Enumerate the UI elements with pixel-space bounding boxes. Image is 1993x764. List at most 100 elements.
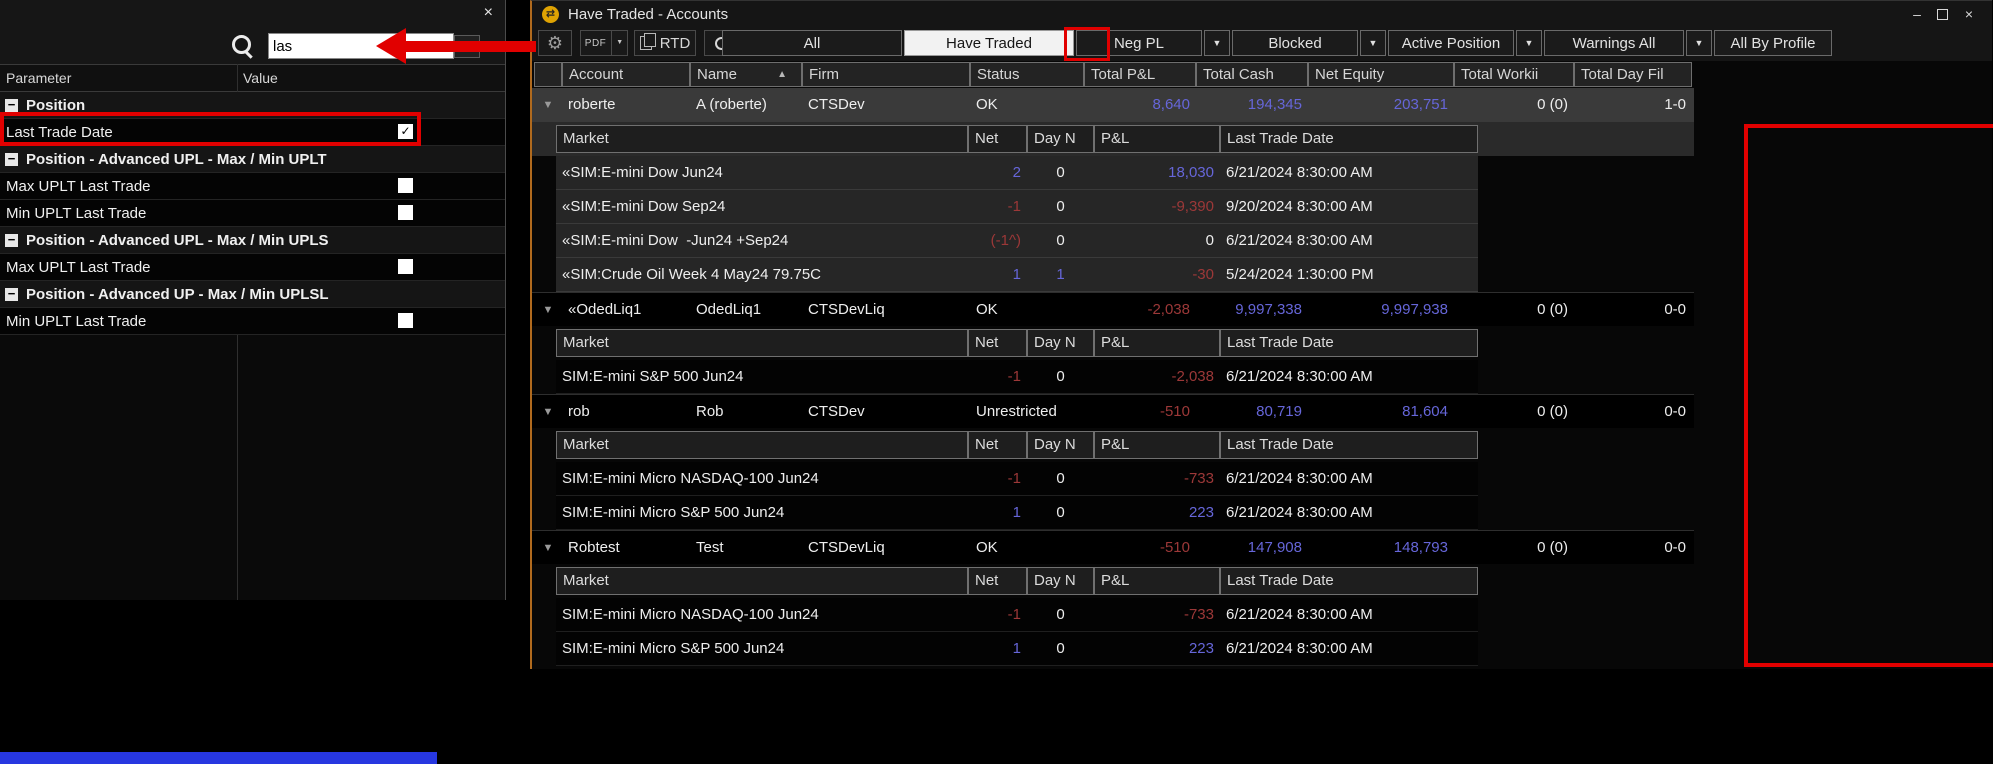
market-row[interactable]: SIM:E-mini Micro S&P 500 Jun24102236/21/… — [532, 632, 1694, 666]
subcolumn-header-p-l[interactable]: P&L — [1094, 567, 1220, 595]
filter-button-warnings-all[interactable]: Warnings All — [1544, 30, 1684, 56]
market-cell: SIM:E-mini Micro S&P 500 Jun24 — [562, 632, 968, 666]
parameter-row[interactable]: Max UPLT Last Trade — [0, 254, 505, 281]
close-icon[interactable]: × — [480, 3, 497, 23]
market-row[interactable]: «SIM:Crude Oil Week 4 May24 79.75C11-305… — [532, 258, 1694, 292]
settings-button[interactable]: ⚙ — [538, 30, 572, 56]
market-row[interactable]: «SIM:E-mini Dow Jun242018,0306/21/2024 8… — [532, 156, 1694, 190]
expander-icon[interactable]: ▼ — [534, 88, 562, 122]
column-header-net-equity[interactable]: Net Equity — [1308, 62, 1454, 87]
pl-cell: -30 — [1094, 258, 1220, 292]
column-header-total-p-l[interactable]: Total P&L — [1084, 62, 1196, 87]
column-header-value[interactable]: Value — [243, 70, 278, 86]
subcolumn-header-last-trade-date[interactable]: Last Trade Date — [1220, 125, 1478, 153]
expander-icon[interactable]: ▼ — [534, 531, 562, 565]
subcolumn-header-net[interactable]: Net — [968, 125, 1027, 153]
collapse-icon[interactable]: − — [5, 288, 18, 301]
subcolumn-header-day-n[interactable]: Day N — [1027, 567, 1094, 595]
subcolumn-header-p-l[interactable]: P&L — [1094, 329, 1220, 357]
market-row[interactable]: «SIM:E-mini Dow -Jun24 +Sep24(-1^)006/21… — [532, 224, 1694, 258]
last-trade-date-cell: 6/21/2024 8:30:00 AM — [1226, 360, 1478, 394]
parameter-group-row[interactable]: −Position - Advanced UPL - Max / Min UPL… — [0, 227, 505, 254]
account-row[interactable]: ▼«OdedLiq1OdedLiq1CTSDevLiqOK-2,0389,997… — [532, 292, 1694, 326]
collapse-icon[interactable]: − — [5, 99, 18, 112]
checkbox-unchecked[interactable] — [398, 259, 413, 274]
market-row[interactable]: «SIM:E-mini Dow Sep24-10-9,3909/20/2024 … — [532, 190, 1694, 224]
column-header-account[interactable]: Account — [562, 62, 690, 87]
checkbox-unchecked[interactable] — [398, 178, 413, 193]
total-pl-cell: 8,640 — [1084, 88, 1196, 122]
subcolumn-header-net[interactable]: Net — [968, 329, 1027, 357]
subcolumn-header-market[interactable]: Market — [556, 567, 968, 595]
filter-dropdown-arrow[interactable]: ▼ — [1360, 30, 1386, 56]
parameter-label: Position — [26, 97, 85, 114]
checkbox-unchecked[interactable] — [398, 313, 413, 328]
parameter-group-row[interactable]: −Position - Advanced UP - Max / Min UPLS… — [0, 281, 505, 308]
pl-cell: -733 — [1094, 598, 1220, 632]
maximize-icon[interactable] — [1937, 9, 1948, 20]
name-cell: Rob — [696, 395, 802, 429]
column-header-status[interactable]: Status — [970, 62, 1084, 87]
subcolumn-header-day-n[interactable]: Day N — [1027, 329, 1094, 357]
account-row[interactable]: ▼roberteA (roberte)CTSDevOK8,640194,3452… — [532, 88, 1694, 122]
account-row[interactable]: ▼RobtestTestCTSDevLiqOK-510147,908148,79… — [532, 530, 1694, 564]
annotation-arrow-line — [404, 41, 536, 52]
column-header-total-day-fil[interactable]: Total Day Fil — [1574, 62, 1692, 87]
filter-button-blocked[interactable]: Blocked — [1232, 30, 1358, 56]
filter-button-have-traded[interactable]: Have Traded — [904, 30, 1074, 56]
parameter-row[interactable]: Max UPLT Last Trade — [0, 173, 505, 200]
subcolumn-header-net[interactable]: Net — [968, 431, 1027, 459]
filter-dropdown-arrow[interactable]: ▼ — [1686, 30, 1712, 56]
expander-icon[interactable]: ▼ — [534, 293, 562, 327]
parameter-group-row[interactable]: −Position - Advanced UPL - Max / Min UPL… — [0, 146, 505, 173]
subcolumn-header-last-trade-date[interactable]: Last Trade Date — [1220, 431, 1478, 459]
market-row[interactable]: SIM:E-mini S&P 500 Jun24-10-2,0386/21/20… — [532, 360, 1694, 394]
filter-button-all-by-profile[interactable]: All By Profile — [1714, 30, 1832, 56]
name-cell: OdedLiq1 — [696, 293, 802, 327]
market-cell: SIM:E-mini Micro S&P 500 Jun24 — [562, 496, 968, 530]
close-icon[interactable]: × — [1960, 6, 1978, 22]
filter-dropdown-arrow[interactable]: ▼ — [1204, 30, 1230, 56]
column-header-total-cash[interactable]: Total Cash — [1196, 62, 1308, 87]
subcolumn-header-p-l[interactable]: P&L — [1094, 431, 1220, 459]
day-net-cell: 0 — [1027, 360, 1094, 394]
subcolumn-header-day-n[interactable]: Day N — [1027, 431, 1094, 459]
market-row[interactable]: SIM:E-mini Micro NASDAQ-100 Jun24-10-733… — [532, 598, 1694, 632]
parameter-label: Min UPLT Last Trade — [6, 205, 146, 222]
column-header-name[interactable]: Name▲ — [690, 62, 802, 87]
filter-dropdown-arrow[interactable]: ▼ — [1516, 30, 1542, 56]
subcolumn-header-day-n[interactable]: Day N — [1027, 125, 1094, 153]
export-pdf-button[interactable]: PDF ▼ — [580, 30, 628, 56]
subcolumn-header-p-l[interactable]: P&L — [1094, 125, 1220, 153]
chevron-down-icon[interactable]: ▼ — [611, 31, 623, 55]
subcolumn-header-last-trade-date[interactable]: Last Trade Date — [1220, 567, 1478, 595]
collapse-icon[interactable]: − — [5, 153, 18, 166]
window-titlebar[interactable]: ⇄ Have Traded - Accounts – × — [532, 1, 1992, 28]
expander-icon[interactable]: ▼ — [534, 395, 562, 429]
parameter-row[interactable]: Min UPLT Last Trade — [0, 200, 505, 227]
column-header-parameter[interactable]: Parameter — [6, 70, 71, 86]
day-net-cell: 0 — [1027, 632, 1094, 666]
parameter-row[interactable]: Min UPLT Last Trade — [0, 308, 505, 335]
subcolumn-header-market[interactable]: Market — [556, 431, 968, 459]
market-row[interactable]: SIM:E-mini Micro S&P 500 Jun24102236/21/… — [532, 496, 1694, 530]
market-subtable-header: MarketNetDay NP&LLast Trade Date — [532, 564, 1694, 598]
pl-cell: 18,030 — [1094, 156, 1220, 190]
market-row[interactable]: SIM:E-mini Micro NASDAQ-100 Jun24-10-733… — [532, 462, 1694, 496]
subcolumn-header-net[interactable]: Net — [968, 567, 1027, 595]
market-cell: «SIM:E-mini Dow Sep24 — [562, 190, 968, 224]
minimize-icon[interactable]: – — [1908, 6, 1926, 22]
filter-button-active-position[interactable]: Active Position — [1388, 30, 1514, 56]
total-day-fill-cell: 1-0 — [1574, 88, 1692, 122]
subcolumn-header-last-trade-date[interactable]: Last Trade Date — [1220, 329, 1478, 357]
checkbox-unchecked[interactable] — [398, 205, 413, 220]
column-header-firm[interactable]: Firm — [802, 62, 970, 87]
status-cell: OK — [976, 531, 1084, 565]
copy-rtd-button[interactable]: RTD — [634, 30, 696, 56]
filter-button-all[interactable]: All — [722, 30, 902, 56]
subcolumn-header-market[interactable]: Market — [556, 329, 968, 357]
account-row[interactable]: ▼robRobCTSDevUnrestricted-51080,71981,60… — [532, 394, 1694, 428]
subcolumn-header-market[interactable]: Market — [556, 125, 968, 153]
column-header-total-workii[interactable]: Total Workii — [1454, 62, 1574, 87]
collapse-icon[interactable]: − — [5, 234, 18, 247]
